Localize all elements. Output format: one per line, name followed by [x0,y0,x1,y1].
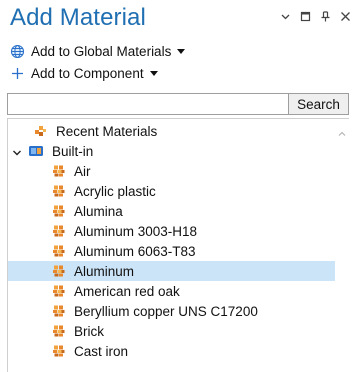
tree-item-material[interactable]: Aluminum [8,261,336,281]
tree-item-material[interactable]: Cast iron [8,341,336,361]
close-icon[interactable] [340,9,351,21]
tree-item-material[interactable]: Beryllium copper UNS C17200 [8,301,336,321]
add-to-global-materials-label: Add to Global Materials [31,43,172,59]
tree-item-label: Aluminum 3003-H18 [74,223,198,239]
plus-icon [10,66,25,81]
tree-item-label: Alumina [74,203,123,219]
tree-item-label: American red oak [74,283,180,299]
material-icon [53,225,65,237]
tree-item-label: Air [74,163,91,179]
caret-down-icon [177,48,186,54]
search-bar: Search [7,93,349,115]
search-button[interactable]: Search [288,93,349,115]
tree-item-material[interactable]: Alumina [8,201,336,221]
tree-item-material[interactable]: Acrylic plastic [8,181,336,201]
page-title: Add Material [10,4,146,31]
scroll-up-arrow-icon[interactable] [338,125,346,136]
tree-item-label: Recent Materials [56,123,158,139]
tree-item-material[interactable]: Aluminum 3003-H18 [8,221,336,241]
recent-materials-icon [35,125,47,137]
add-to-component-label: Add to Component [31,65,144,81]
maximize-icon[interactable] [300,9,311,22]
tree-item-built-in[interactable]: Built-in [8,141,336,161]
chevron-down-icon[interactable] [280,9,291,20]
material-icon [53,325,65,337]
search-input[interactable] [7,93,288,115]
tree-item-label: Aluminum [74,263,135,279]
material-icon [53,345,65,357]
tree-item-label: Cast iron [74,343,129,359]
tree-item-label: Brick [74,323,104,339]
tree-item-label: Beryllium copper UNS C17200 [74,303,258,319]
add-to-global-materials-button[interactable]: Add to Global Materials [10,41,186,61]
material-icon [53,305,65,317]
builtin-library-icon [28,144,44,158]
add-to-component-button[interactable]: Add to Component [10,63,158,83]
material-icon [53,265,65,277]
material-tree: Recent Materials Built-in Air Acrylic pla… [7,118,349,372]
tree-item-material[interactable]: Brick [8,321,336,341]
material-icon [53,165,65,177]
tree-item-label: Acrylic plastic [74,183,156,199]
tree-item-material[interactable]: American red oak [8,281,336,301]
tree-item-material[interactable]: Air [8,161,336,181]
globe-add-icon [10,44,25,59]
tree-item-material[interactable]: Aluminum 6063-T83 [8,241,336,261]
window-controls [280,9,351,22]
material-icon [53,285,65,297]
caret-down-icon [149,70,158,76]
tree-item-recent-materials[interactable]: Recent Materials [8,121,336,141]
tree-item-label: Aluminum 6063-T83 [74,243,196,259]
scrollbar[interactable] [335,119,349,372]
chevron-down-icon[interactable] [12,146,22,156]
pin-icon[interactable] [320,9,331,22]
material-icon [53,245,65,257]
material-icon [53,205,65,217]
tree-item-label: Built-in [52,143,94,159]
material-icon [53,185,65,197]
